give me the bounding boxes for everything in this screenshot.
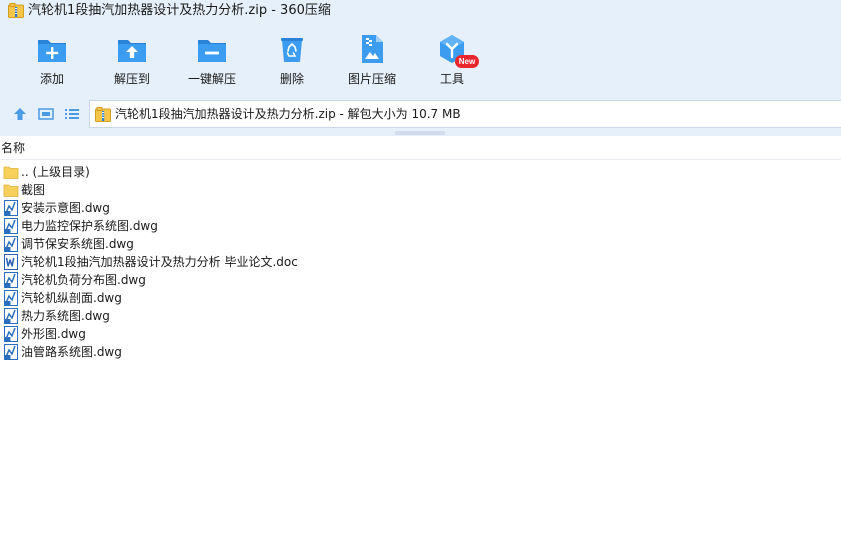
list-item-file[interactable]: 调节保安系统图.dwg (0, 235, 841, 253)
list-item-parent-folder[interactable]: .. (上级目录) (0, 163, 841, 181)
list-item-file[interactable]: 安装示意图.dwg (0, 199, 841, 217)
delete-button[interactable]: 删除 (252, 30, 332, 90)
one-click-extract-icon (198, 40, 226, 62)
chrome-area: 汽轮机1段抽汽加热器设计及热力分析.zip - 360压缩 添加 解压到 一键解… (0, 0, 841, 136)
list-item-file[interactable]: 汽轮机负荷分布图.dwg (0, 271, 841, 289)
list-item-file[interactable]: 油管路系统图.dwg (0, 343, 841, 361)
folder-icon (3, 184, 19, 197)
word-doc-icon (4, 254, 18, 270)
file-name: 安装示意图.dwg (21, 201, 110, 215)
image-compress-icon (362, 35, 383, 63)
one-click-extract-label: 一键解压 (187, 72, 236, 86)
extract-to-label: 解压到 (113, 72, 150, 86)
folder-icon (3, 166, 19, 179)
list-item-file[interactable]: 热力系统图.dwg (0, 307, 841, 325)
title-bar: 汽轮机1段抽汽加热器设计及热力分析.zip - 360压缩 (0, 0, 841, 22)
up-arrow-icon[interactable] (11, 106, 29, 122)
file-name: 电力监控保护系统图.dwg (21, 219, 158, 233)
image-compress-button[interactable]: 图片压缩 (332, 30, 412, 90)
main-toolbar: 添加 解压到 一键解压 删除 图片压缩 工具 New (0, 30, 841, 92)
archive-icon (95, 107, 111, 122)
dwg-file-icon (4, 308, 18, 324)
extract-to-icon (118, 40, 146, 62)
list-item-folder[interactable]: 截图 (0, 181, 841, 199)
delete-label: 删除 (279, 72, 304, 86)
file-name: 汽轮机1段抽汽加热器设计及热力分析 毕业论文.doc (21, 255, 298, 269)
dwg-file-icon (4, 218, 18, 234)
dwg-file-icon (4, 272, 18, 288)
file-name: 汽轮机纵剖面.dwg (21, 291, 122, 305)
dwg-file-icon (4, 236, 18, 252)
address-text: 汽轮机1段抽汽加热器设计及热力分析.zip - 解包大小为 10.7 MB (115, 107, 461, 121)
dwg-file-icon (4, 200, 18, 216)
add-button[interactable]: 添加 (12, 30, 92, 90)
archive-app-icon (8, 3, 24, 18)
one-click-extract-button[interactable]: 一键解压 (172, 30, 252, 90)
splitter-grip[interactable] (395, 131, 445, 135)
thumbnail-view-icon[interactable] (37, 106, 55, 122)
new-badge: New (455, 55, 479, 68)
recycle-bin-icon (281, 38, 303, 62)
dwg-file-icon (4, 290, 18, 306)
add-button-label: 添加 (39, 72, 64, 86)
list-item-file[interactable]: 汽轮机纵剖面.dwg (0, 289, 841, 307)
file-name: 油管路系统图.dwg (21, 345, 122, 359)
file-name: 汽轮机负荷分布图.dwg (21, 273, 146, 287)
window-title: 汽轮机1段抽汽加热器设计及热力分析.zip - 360压缩 (28, 3, 331, 18)
file-name: 外形图.dwg (21, 327, 86, 341)
add-folder-icon (38, 40, 66, 62)
file-name: 调节保安系统图.dwg (21, 237, 134, 251)
extract-to-button[interactable]: 解压到 (92, 30, 172, 90)
tools-label: 工具 (439, 72, 464, 86)
column-header: 名称 (0, 136, 841, 160)
file-list: 名称 .. (上级目录) 截图 安装示意图.dwg 电力监控保护系统图.dwg … (0, 136, 841, 556)
dwg-file-icon (4, 344, 18, 360)
dwg-file-icon (4, 326, 18, 342)
image-compress-label: 图片压缩 (347, 72, 396, 86)
file-name: .. (上级目录) (21, 165, 90, 179)
list-item-file[interactable]: 电力监控保护系统图.dwg (0, 217, 841, 235)
column-header-name[interactable]: 名称 (1, 140, 25, 156)
app-window: 汽轮机1段抽汽加热器设计及热力分析.zip - 360压缩 添加 解压到 一键解… (0, 0, 841, 556)
file-name: 截图 (21, 183, 46, 197)
file-name: 热力系统图.dwg (21, 309, 110, 323)
navigation-row: 汽轮机1段抽汽加热器设计及热力分析.zip - 解包大小为 10.7 MB (0, 98, 841, 130)
list-item-file[interactable]: 外形图.dwg (0, 325, 841, 343)
address-bar[interactable]: 汽轮机1段抽汽加热器设计及热力分析.zip - 解包大小为 10.7 MB (89, 100, 841, 128)
list-item-file[interactable]: 汽轮机1段抽汽加热器设计及热力分析 毕业论文.doc (0, 253, 841, 271)
tools-button[interactable]: 工具 (412, 30, 492, 90)
list-view-icon[interactable] (63, 106, 81, 122)
